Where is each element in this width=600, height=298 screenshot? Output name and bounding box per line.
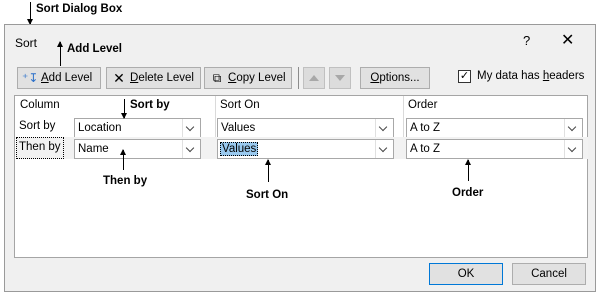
annotation-arrow-then-by	[120, 149, 126, 170]
row-label-sort-by: Sort by	[19, 120, 56, 132]
help-button[interactable]: ?	[523, 33, 530, 48]
header-order: Order	[408, 99, 438, 111]
row-label-then-by: Then by	[19, 141, 61, 153]
annotation-arrow-add-level	[57, 41, 63, 66]
delete-level-button[interactable]: ✕ Delete Level	[106, 67, 201, 89]
headers-checkbox-label[interactable]: My data has headers	[477, 70, 584, 82]
move-down-button[interactable]	[329, 67, 351, 89]
dialog-title: Sort	[15, 36, 38, 50]
ok-button[interactable]: OK	[429, 263, 503, 285]
annotation-arrow-order	[465, 159, 471, 181]
column-select-value: Name	[78, 143, 109, 155]
annotation-sort-by: Sort by	[130, 99, 170, 111]
sort-on-select-row2[interactable]: Values	[217, 139, 394, 159]
annotation-arrow-sort-on	[265, 159, 271, 182]
annotation-sort-dialog-box: Sort Dialog Box	[36, 3, 123, 15]
sort-dialog: Sort ? ✕ ⁺↧ Add Level ✕ Delete Level ⧉ C…	[4, 24, 596, 292]
sort-on-select-value: Values	[221, 122, 256, 134]
annotation-arrow-sort-dialog	[27, 2, 33, 25]
move-up-icon	[309, 75, 319, 81]
delete-icon: ✕	[113, 69, 125, 86]
order-select-value: A to Z	[410, 143, 441, 155]
annotation-order: Order	[452, 187, 484, 199]
copy-icon: ⧉	[212, 70, 222, 85]
column-select-row1[interactable]: Location	[74, 118, 201, 138]
cancel-button[interactable]: Cancel	[512, 263, 586, 285]
chevron-down-icon[interactable]	[375, 119, 393, 137]
annotation-add-level: Add Level	[67, 43, 122, 55]
chevron-down-icon[interactable]	[182, 119, 200, 137]
copy-level-label: Copy Level	[228, 72, 286, 84]
sort-on-select-row1[interactable]: Values	[217, 118, 394, 138]
move-up-button[interactable]	[303, 67, 325, 89]
chevron-down-icon[interactable]	[182, 140, 200, 158]
add-level-label: Add Level	[41, 72, 93, 84]
add-level-icon: ⁺↧	[22, 71, 39, 85]
copy-level-button[interactable]: ⧉ Copy Level	[204, 67, 292, 89]
column-select-value: Location	[78, 122, 122, 134]
header-sort-on: Sort On	[220, 99, 260, 111]
annotation-then-by: Then by	[103, 175, 148, 187]
order-select-value: A to Z	[410, 122, 441, 134]
column-select-row2[interactable]: Name	[74, 139, 201, 159]
move-down-icon	[335, 75, 345, 81]
add-level-button[interactable]: ⁺↧ Add Level	[17, 67, 101, 89]
chevron-down-icon[interactable]	[375, 140, 393, 158]
toolbar-separator	[298, 67, 299, 89]
close-button[interactable]: ✕	[561, 30, 574, 50]
sort-on-select-value: Values	[220, 142, 259, 156]
options-button[interactable]: Options...	[360, 67, 430, 89]
order-select-row2[interactable]: A to Z	[406, 139, 583, 159]
order-select-row1[interactable]: A to Z	[406, 118, 583, 138]
chevron-down-icon[interactable]	[564, 119, 582, 137]
sort-levels-grid: Column Sort On Order Sort by Location Va…	[14, 95, 588, 258]
chevron-down-icon[interactable]	[564, 140, 582, 158]
options-label: Options...	[370, 72, 420, 84]
annotation-arrow-sort-by	[121, 99, 127, 119]
delete-level-label: Delete Level	[130, 72, 194, 84]
annotation-sort-on: Sort On	[246, 189, 289, 201]
headers-checkbox[interactable]: ✓	[458, 70, 471, 83]
header-column: Column	[20, 99, 60, 111]
